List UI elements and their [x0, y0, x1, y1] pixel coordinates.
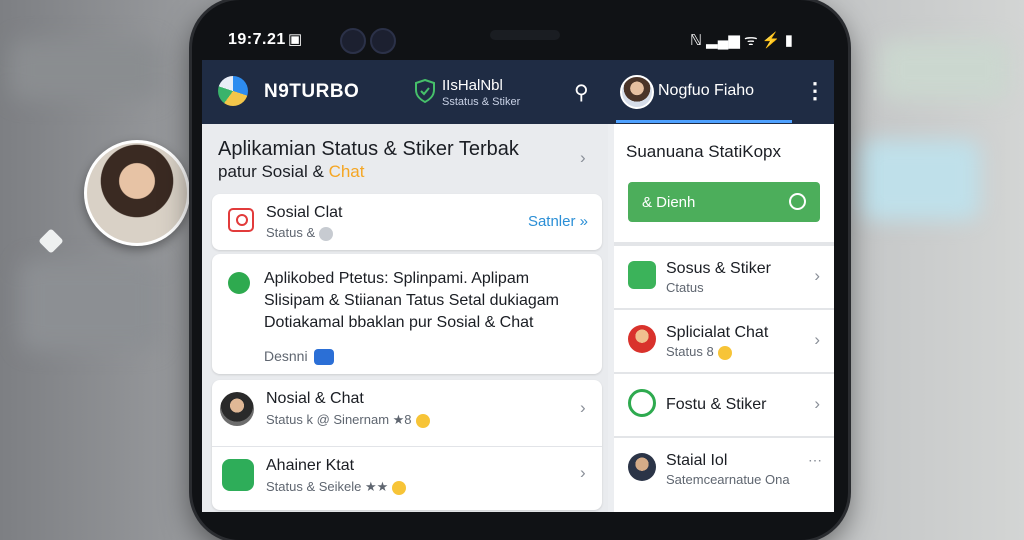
card-action-link[interactable]: Satnler »: [528, 213, 588, 230]
description-footer[interactable]: Desnni: [264, 348, 334, 366]
hero-subtitle-accent: Chat: [328, 162, 365, 181]
primary-action-button[interactable]: & Dienh: [628, 182, 820, 222]
search-icon[interactable]: ⚲: [574, 80, 589, 105]
card-subtitle: Status &: [266, 225, 334, 241]
side-item-title: Sosus & Stiker: [666, 260, 771, 277]
side-panel-title: Suanuana StatiKopx: [626, 142, 782, 161]
list-item-title: Ahainer Ktat: [266, 457, 355, 474]
card-subtitle-text: Status &: [266, 225, 316, 240]
button-label: & Dienh: [642, 194, 696, 211]
list-item-subtitle: Status k @ Sinernam ★8: [266, 412, 430, 428]
list-item[interactable]: Nosial & Chat Status k @ Sinernam ★8 ›: [212, 380, 602, 442]
chevron-right-icon[interactable]: ›: [580, 148, 586, 168]
status-bar: 19:7.21 ▣ ℕ ▂▄▆ ᯤ ⚡ ▮: [228, 26, 818, 54]
social-chat-card[interactable]: Sosial Clat Status & Satnler »: [212, 194, 602, 250]
chevron-right-icon[interactable]: ›: [814, 394, 820, 414]
app-brand: N9TURBO: [264, 81, 360, 102]
camera-icon: [228, 208, 254, 232]
footer-text: Desnni: [264, 348, 308, 364]
card-title: Sosial Clat: [266, 204, 343, 221]
app-screen: N9TURBO IIsHalNbl Sstatus & Stiker ⚲ Nog…: [202, 60, 834, 512]
sticker-icon: [628, 261, 656, 289]
side-item-title: Splicialat Chat: [666, 324, 769, 341]
side-item-subtitle: Satemcearnatue Ona: [666, 472, 790, 487]
notification-icon: ▣: [288, 31, 303, 48]
side-list-item[interactable]: Sosus & Stiker Ctatus ›: [614, 246, 834, 308]
side-panel-header: Suanuana StatiKopx & Dienh: [614, 124, 834, 242]
user-name[interactable]: Nogfuo Fiaho: [658, 82, 754, 100]
hero-subtitle-text: patur Sosial &: [218, 162, 324, 181]
header-tab-title[interactable]: IIsHalNbl: [442, 77, 503, 94]
user-avatar[interactable]: [620, 75, 654, 109]
avatar: [220, 392, 254, 426]
chevron-right-icon[interactable]: ›: [814, 266, 820, 286]
side-list-item[interactable]: Fostu & Stiker ›: [614, 374, 834, 436]
side-item-title: Staial Iol: [666, 452, 728, 469]
side-item-subtitle: Ctatus: [666, 280, 704, 295]
app-icon: [222, 459, 254, 491]
side-item-subtitle-text: Status 8: [666, 344, 714, 359]
chat-bubble-icon: [228, 272, 250, 294]
side-panel: Suanuana StatiKopx & Dienh Sosus & Stike…: [614, 124, 834, 512]
emoji-icon: [392, 480, 407, 495]
emoji-icon: [717, 345, 732, 360]
chevron-right-icon[interactable]: ›: [580, 398, 586, 418]
share-icon[interactable]: [313, 349, 334, 366]
background-blob: [20, 260, 160, 350]
app-logo-icon[interactable]: [218, 76, 248, 106]
background-blob: [880, 40, 1010, 100]
status-time: 19:7.21: [228, 31, 286, 48]
list-item-title: Nosial & Chat: [266, 390, 364, 407]
active-tab-indicator: [616, 120, 792, 123]
description-text: Aplikobed Ptetus: Splinpami. Aplipam Sli…: [264, 270, 559, 331]
description-card: Aplikobed Ptetus: Splinpami. Aplipam Sli…: [212, 254, 602, 374]
side-item-title: Fostu & Stiker: [666, 396, 767, 413]
emoji-icon: [415, 413, 430, 428]
list-item-subtitle-text: Status k @ Sinernam ★8: [266, 412, 412, 427]
sensor-icon: [370, 28, 396, 54]
app-header: N9TURBO IIsHalNbl Sstatus & Stiker ⚲ Nog…: [202, 60, 834, 124]
background-blob: [10, 40, 160, 100]
front-camera: [340, 28, 366, 54]
floating-avatar: [84, 140, 190, 246]
list-item[interactable]: Ahainer Ktat Status & Seikele ★★ ›: [212, 446, 602, 509]
chat-list: Nosial & Chat Status k @ Sinernam ★8 › A…: [212, 380, 602, 510]
chevron-right-icon[interactable]: ›: [814, 330, 820, 350]
more-dots-icon[interactable]: ⋯: [808, 452, 822, 469]
side-list-item[interactable]: Staial Iol Satemcearnatue Ona ⋯: [614, 438, 834, 512]
refresh-icon: [789, 193, 806, 210]
avatar: [628, 453, 656, 481]
main-feed: Aplikamian Status & Stiker Terbak patur …: [202, 124, 608, 512]
avatar: [628, 325, 656, 353]
side-item-subtitle: Status 8: [666, 344, 732, 360]
badge-icon: [319, 226, 334, 241]
background-blob: [860, 140, 980, 220]
hero-title: Aplikamian Status & Stiker Terbak: [218, 138, 519, 160]
hero-subtitle: patur Sosial & Chat: [218, 162, 365, 182]
whatsapp-icon: [628, 389, 656, 417]
more-menu-icon[interactable]: ⋮: [804, 78, 826, 104]
header-tab-subtitle: Sstatus & Stiker: [442, 96, 521, 108]
shield-icon: [415, 79, 435, 103]
list-item-subtitle-text: Status & Seikele ★★: [266, 479, 389, 494]
list-item-subtitle: Status & Seikele ★★: [266, 479, 407, 495]
status-icons: ℕ ▂▄▆ ᯤ ⚡ ▮: [690, 32, 794, 49]
side-list-item[interactable]: Splicialat Chat Status 8 ›: [614, 310, 834, 372]
chevron-right-icon[interactable]: ›: [580, 463, 586, 483]
